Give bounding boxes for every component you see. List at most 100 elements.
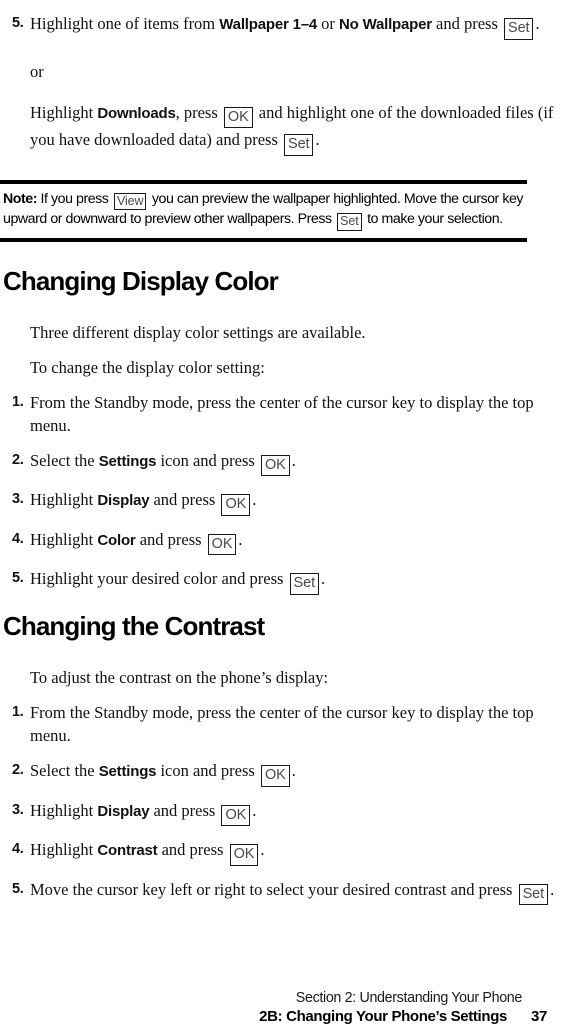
step-text-segment: Highlight [30, 840, 98, 860]
footer-section-line: Section 2: Understanding Your Phone [0, 989, 562, 1007]
step-text: Move the cursor key left or right to sel… [30, 879, 555, 906]
step-item: 1. From the Standby mode, press the cente… [0, 701, 562, 747]
step-item: 5. Highlight your desired color and press… [0, 567, 562, 595]
step-number: 3. [12, 491, 24, 508]
alt-step-segment: , press [175, 102, 222, 122]
note-segment: to make your selection. [363, 211, 503, 227]
ui-term-wallpaper-range: Wallpaper 1–4 [219, 16, 318, 33]
step-text-segment: . [252, 800, 257, 820]
step-text-segment: . [550, 879, 555, 899]
step-text-segment: and press [431, 14, 503, 33]
step-number: 5. [12, 570, 24, 587]
step-number: 2. [12, 451, 24, 468]
manual-page: 5. Highlight one of items from Wallpaper… [0, 0, 562, 1032]
alternate-step: Highlight Downloads, press OK and highli… [0, 101, 562, 156]
step-text-segment: icon and press [156, 450, 259, 470]
step-text-segment: . [291, 761, 296, 781]
step-list-contrast: 1. From the Standby mode, press the cente… [0, 701, 562, 906]
keycap-ok[interactable]: OK [260, 454, 290, 477]
step-number: 1. [12, 393, 24, 410]
keycap-view[interactable]: View [113, 192, 147, 210]
step-text-segment: and press [135, 529, 206, 549]
ui-term-display: Display [97, 802, 150, 820]
section-heading-text: Changing Display Color [3, 265, 279, 296]
keycap-ok[interactable]: OK [221, 494, 251, 516]
alt-step-segment: . [315, 130, 320, 149]
step-text-segment: and press [149, 490, 220, 510]
keycap-set[interactable]: Set [284, 134, 314, 156]
step-text-segment: . [535, 14, 540, 33]
step-text-segment: Move the cursor key left or right to sel… [30, 879, 517, 899]
step-item: 3. Highlight Display and press OK. [0, 799, 562, 827]
step-number: 3. [12, 801, 24, 818]
step-number: 4. [12, 841, 24, 858]
ui-term-color: Color [97, 531, 136, 549]
step-text-segment: Select the [30, 450, 99, 470]
or-separator: or [0, 60, 562, 83]
ui-term-settings: Settings [98, 763, 157, 781]
keycap-set[interactable]: Set [337, 213, 362, 231]
step-number: 4. [12, 530, 24, 547]
intro-text: Three different display color settings a… [30, 322, 366, 342]
section-intro-paragraph: To adjust the contrast on the phone’s di… [0, 666, 562, 689]
step-list-display-color: 1. From the Standby mode, press the cente… [0, 391, 562, 595]
note-callout: Note: If you press View you can preview … [0, 179, 527, 242]
step-text-segment: Highlight your desired color and press [30, 569, 288, 589]
step-text-segment: . [321, 569, 326, 589]
step-number: 2. [12, 762, 24, 779]
keycap-ok[interactable]: OK [207, 533, 237, 556]
step-text-segment: icon and press [156, 761, 259, 781]
step-text-segment: and press [149, 800, 220, 820]
step-item: 5. Highlight one of items from Wallpaper… [0, 12, 562, 40]
section-intro-paragraph: To change the display color setting: [0, 356, 562, 379]
note-text: Note: If you press View you can preview … [0, 190, 527, 231]
ui-term-no-wallpaper: No Wallpaper [339, 16, 432, 33]
step-text-segment: . [252, 490, 257, 510]
step-text: From the Standby mode, press the center … [30, 393, 534, 435]
step-text: Highlight Display and press OK. [30, 490, 257, 516]
step-text-segment: and press [157, 840, 228, 860]
ui-term-contrast: Contrast [97, 842, 158, 860]
step-number: 5. [12, 15, 24, 31]
step-text-segment: . [291, 450, 296, 470]
step-text: Select the Settings icon and press OK. [30, 450, 296, 477]
keycap-ok[interactable]: OK [223, 106, 253, 128]
keycap-ok[interactable]: OK [229, 844, 259, 866]
step-item: 5. Move the cursor key left or right to s… [0, 878, 562, 906]
ui-term-downloads: Downloads [97, 104, 176, 122]
footer-chapter-text: 2B: Changing Your Phone’s Settings [259, 1008, 507, 1025]
section-heading-text: Changing the Contrast [3, 610, 265, 641]
keycap-set[interactable]: Set [504, 18, 534, 40]
step-text: Select the Settings icon and press OK. [30, 761, 296, 787]
intro-text: To adjust the contrast on the phone’s di… [30, 668, 329, 688]
step-text: Highlight Display and press OK. [30, 800, 257, 827]
page-number: 37 [531, 1008, 547, 1025]
step-item: 2. Select the Settings icon and press OK. [0, 449, 562, 477]
keycap-set[interactable]: Set [518, 883, 549, 906]
step-number: 1. [12, 704, 24, 721]
step-text: From the Standby mode, press the center … [30, 703, 534, 745]
note-segment: If you press [37, 190, 112, 207]
step-item: 4. Highlight Contrast and press OK. [0, 838, 562, 866]
step-text-segment: . [260, 840, 265, 860]
step-text: Highlight one of items from Wallpaper 1–… [30, 14, 540, 40]
step-item: 1. From the Standby mode, press the cente… [0, 391, 562, 437]
step-text: Highlight Contrast and press OK. [30, 840, 265, 866]
step-number: 5. [12, 880, 24, 897]
keycap-ok[interactable]: OK [260, 765, 290, 787]
intro-text: To change the display color setting: [30, 357, 265, 377]
step-text: Highlight your desired color and press S… [30, 569, 326, 595]
section-heading-display-color: Changing Display Color [0, 265, 562, 296]
step-text-segment: Highlight [30, 800, 98, 820]
note-label: Note: [3, 190, 38, 207]
keycap-set[interactable]: Set [289, 573, 319, 595]
ui-term-display: Display [97, 492, 150, 510]
step-text-segment: or [317, 14, 340, 33]
or-label: or [30, 61, 44, 81]
keycap-ok[interactable]: OK [221, 804, 251, 827]
step-item: 3. Highlight Display and press OK. [0, 488, 562, 516]
section-heading-contrast: Changing the Contrast [0, 610, 562, 641]
step-text-segment: Highlight [30, 529, 98, 549]
page-footer: Section 2: Understanding Your Phone 2B: … [0, 989, 562, 1026]
step-text: Highlight Color and press OK. [30, 529, 243, 556]
